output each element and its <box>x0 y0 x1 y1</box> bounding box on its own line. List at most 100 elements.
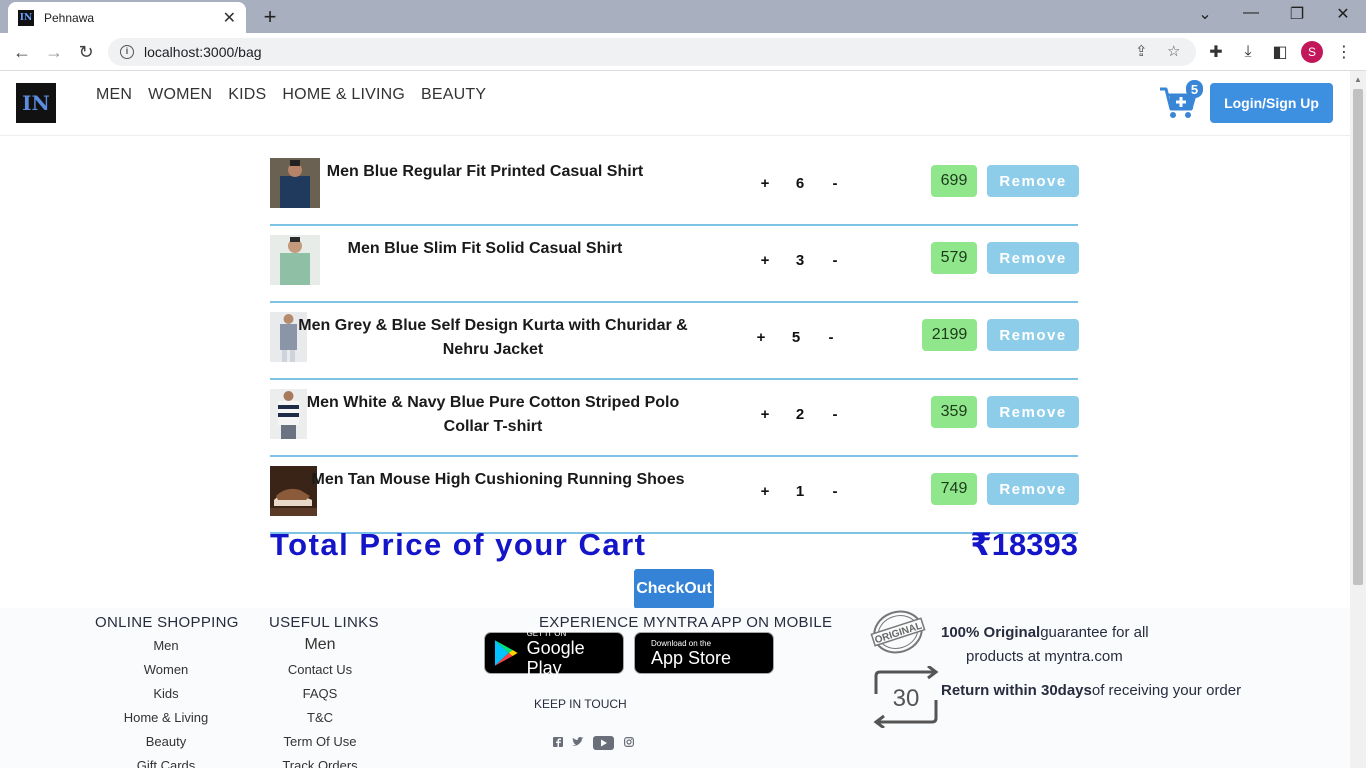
cart-total-label: Total Price of your Cart <box>270 527 647 562</box>
footer-link-terms-of-use[interactable]: Term Of Use <box>260 734 380 749</box>
quantity-stepper: + 5 - <box>751 329 841 346</box>
footer-link-contact-us[interactable]: Contact Us <box>260 662 380 677</box>
remove-button[interactable]: Remove <box>987 396 1079 428</box>
item-name: Men Blue Regular Fit Printed Casual Shir… <box>326 163 644 180</box>
restore-icon[interactable]: ❐ <box>1285 4 1309 24</box>
nav-women[interactable]: WOMEN <box>148 86 212 104</box>
site-info-icon[interactable]: i <box>120 45 134 59</box>
item-price: 579 <box>931 242 977 274</box>
minimize-icon[interactable]: — <box>1239 4 1263 22</box>
bookmark-star-icon[interactable]: ☆ <box>1167 42 1180 60</box>
decrease-quantity-button[interactable]: - <box>825 483 845 500</box>
footer-link-track-orders[interactable]: Track Orders <box>260 758 380 768</box>
share-icon[interactable]: ⇪ <box>1135 42 1148 60</box>
cart-item: Men Tan Mouse High Cushioning Running Sh… <box>270 457 1079 534</box>
return-policy-text: Return within 30daysof receiving your or… <box>941 682 1242 699</box>
decrease-quantity-button[interactable]: - <box>821 329 841 346</box>
footer-link-men[interactable]: Men <box>106 638 226 653</box>
footer-link-tc[interactable]: T&C <box>260 710 380 725</box>
new-tab-button[interactable]: + <box>258 4 282 30</box>
page-scrollbar[interactable]: ▲ <box>1350 71 1366 768</box>
return-30-days-icon: 30 <box>873 666 939 728</box>
checkout-button[interactable]: CheckOut <box>634 569 714 609</box>
quantity-stepper: + 1 - <box>755 483 845 500</box>
close-tab-icon[interactable]: ✕ <box>223 8 236 28</box>
footer-link-beauty[interactable]: Beauty <box>106 734 226 749</box>
browser-toolbar: ← → ↻ i localhost:3000/bag ⇪ ☆ ✚ ⤓ ◧ S ⋮ <box>0 33 1366 71</box>
decrease-quantity-button[interactable]: - <box>825 406 845 423</box>
item-name: Men Grey & Blue Self Design Kurta with C… <box>298 317 688 358</box>
footer-link-women[interactable]: Women <box>106 662 226 677</box>
cart-item: Men White & Navy Blue Pure Cotton Stripe… <box>270 380 1079 457</box>
return-days-number: 30 <box>893 685 920 712</box>
quantity-value: 5 <box>791 329 801 346</box>
login-signup-button[interactable]: Login/Sign Up <box>1210 83 1333 123</box>
nav-beauty[interactable]: BEAUTY <box>421 86 486 104</box>
youtube-icon[interactable] <box>593 736 614 753</box>
increase-quantity-button[interactable]: + <box>755 252 775 269</box>
site-header: IN MEN WOMEN KIDS HOME & LIVING BEAUTY 5… <box>0 71 1350 136</box>
remove-button[interactable]: Remove <box>987 165 1079 197</box>
nav-kids[interactable]: KIDS <box>228 86 266 104</box>
app-store-badge[interactable]: Download on the App Store <box>634 632 774 674</box>
app-store-small-text: Download on the <box>651 638 712 648</box>
quantity-stepper: + 3 - <box>755 252 845 269</box>
google-play-big-text: Google Play <box>526 637 585 678</box>
instagram-icon[interactable] <box>624 737 635 750</box>
increase-quantity-button[interactable]: + <box>751 329 771 346</box>
main-nav: MEN WOMEN KIDS HOME & LIVING BEAUTY <box>96 86 486 104</box>
decrease-quantity-button[interactable]: - <box>825 175 845 192</box>
browser-tab[interactable]: IN Pehnawa ✕ <box>8 2 246 33</box>
increase-quantity-button[interactable]: + <box>755 483 775 500</box>
google-play-small-text: GET IT ON <box>526 628 567 638</box>
item-name: Men Tan Mouse High Cushioning Running Sh… <box>311 471 685 488</box>
tab-search-icon[interactable]: ⌄ <box>1193 4 1217 24</box>
footer-link-home-living[interactable]: Home & Living <box>106 710 226 725</box>
decrease-quantity-button[interactable]: - <box>825 252 845 269</box>
site-footer: ONLINE SHOPPING Men Women Kids Home & Li… <box>0 608 1350 768</box>
menu-kebab-icon[interactable]: ⋮ <box>1333 42 1355 62</box>
cart-count-badge: 5 <box>1186 80 1203 98</box>
increase-quantity-button[interactable]: + <box>755 406 775 423</box>
remove-button[interactable]: Remove <box>987 242 1079 274</box>
original-guarantee-text: 100% Originalguarantee for all <box>941 624 1149 641</box>
remove-button[interactable]: Remove <box>987 473 1079 505</box>
scroll-up-arrow-icon[interactable]: ▲ <box>1354 75 1362 84</box>
useful-links-title: USEFUL LINKS <box>269 614 379 631</box>
cart-item: Men Grey & Blue Self Design Kurta with C… <box>270 303 1079 380</box>
back-icon[interactable]: ← <box>9 39 35 65</box>
reload-icon[interactable]: ↻ <box>73 39 99 65</box>
url-text: localhost:3000/bag <box>144 44 262 60</box>
increase-quantity-button[interactable]: + <box>755 175 775 192</box>
footer-link-kids[interactable]: Kids <box>106 686 226 701</box>
app-store-big-text: App Store <box>651 647 732 668</box>
footer-link-gift-cards[interactable]: Gift Cards <box>106 758 226 768</box>
close-window-icon[interactable]: ✕ <box>1331 4 1355 24</box>
extensions-icon[interactable]: ✚ <box>1205 42 1227 62</box>
profile-avatar[interactable]: S <box>1301 41 1323 63</box>
nav-home-living[interactable]: HOME & LIVING <box>282 86 405 104</box>
quantity-value: 3 <box>795 252 805 269</box>
side-panel-icon[interactable]: ◧ <box>1269 42 1291 62</box>
page: IN MEN WOMEN KIDS HOME & LIVING BEAUTY 5… <box>0 71 1350 768</box>
footer-link-men-useful[interactable]: Men <box>260 636 380 654</box>
google-play-badge[interactable]: GET IT ON Google Play <box>484 628 624 678</box>
online-shopping-title: ONLINE SHOPPING <box>95 614 239 631</box>
scrollbar-thumb[interactable] <box>1353 89 1363 585</box>
quantity-value: 6 <box>795 175 805 192</box>
item-price: 699 <box>931 165 977 197</box>
remove-button[interactable]: Remove <box>987 319 1079 351</box>
forward-icon[interactable]: → <box>41 39 67 65</box>
quantity-stepper: + 2 - <box>755 406 845 423</box>
item-name: Men White & Navy Blue Pure Cotton Stripe… <box>306 394 680 435</box>
footer-link-faqs[interactable]: FAQS <box>260 686 380 701</box>
twitter-icon[interactable] <box>572 737 584 750</box>
cart-total-value: ₹18393 <box>970 527 1078 562</box>
keep-in-touch-label: KEEP IN TOUCH <box>534 697 627 711</box>
site-logo[interactable]: IN <box>16 83 56 123</box>
item-name: Men Blue Slim Fit Solid Casual Shirt <box>347 240 623 257</box>
facebook-icon[interactable] <box>553 737 563 750</box>
nav-men[interactable]: MEN <box>96 86 132 104</box>
download-icon[interactable]: ⤓ <box>1237 42 1259 62</box>
address-bar[interactable]: i localhost:3000/bag ⇪ ☆ <box>108 38 1196 66</box>
